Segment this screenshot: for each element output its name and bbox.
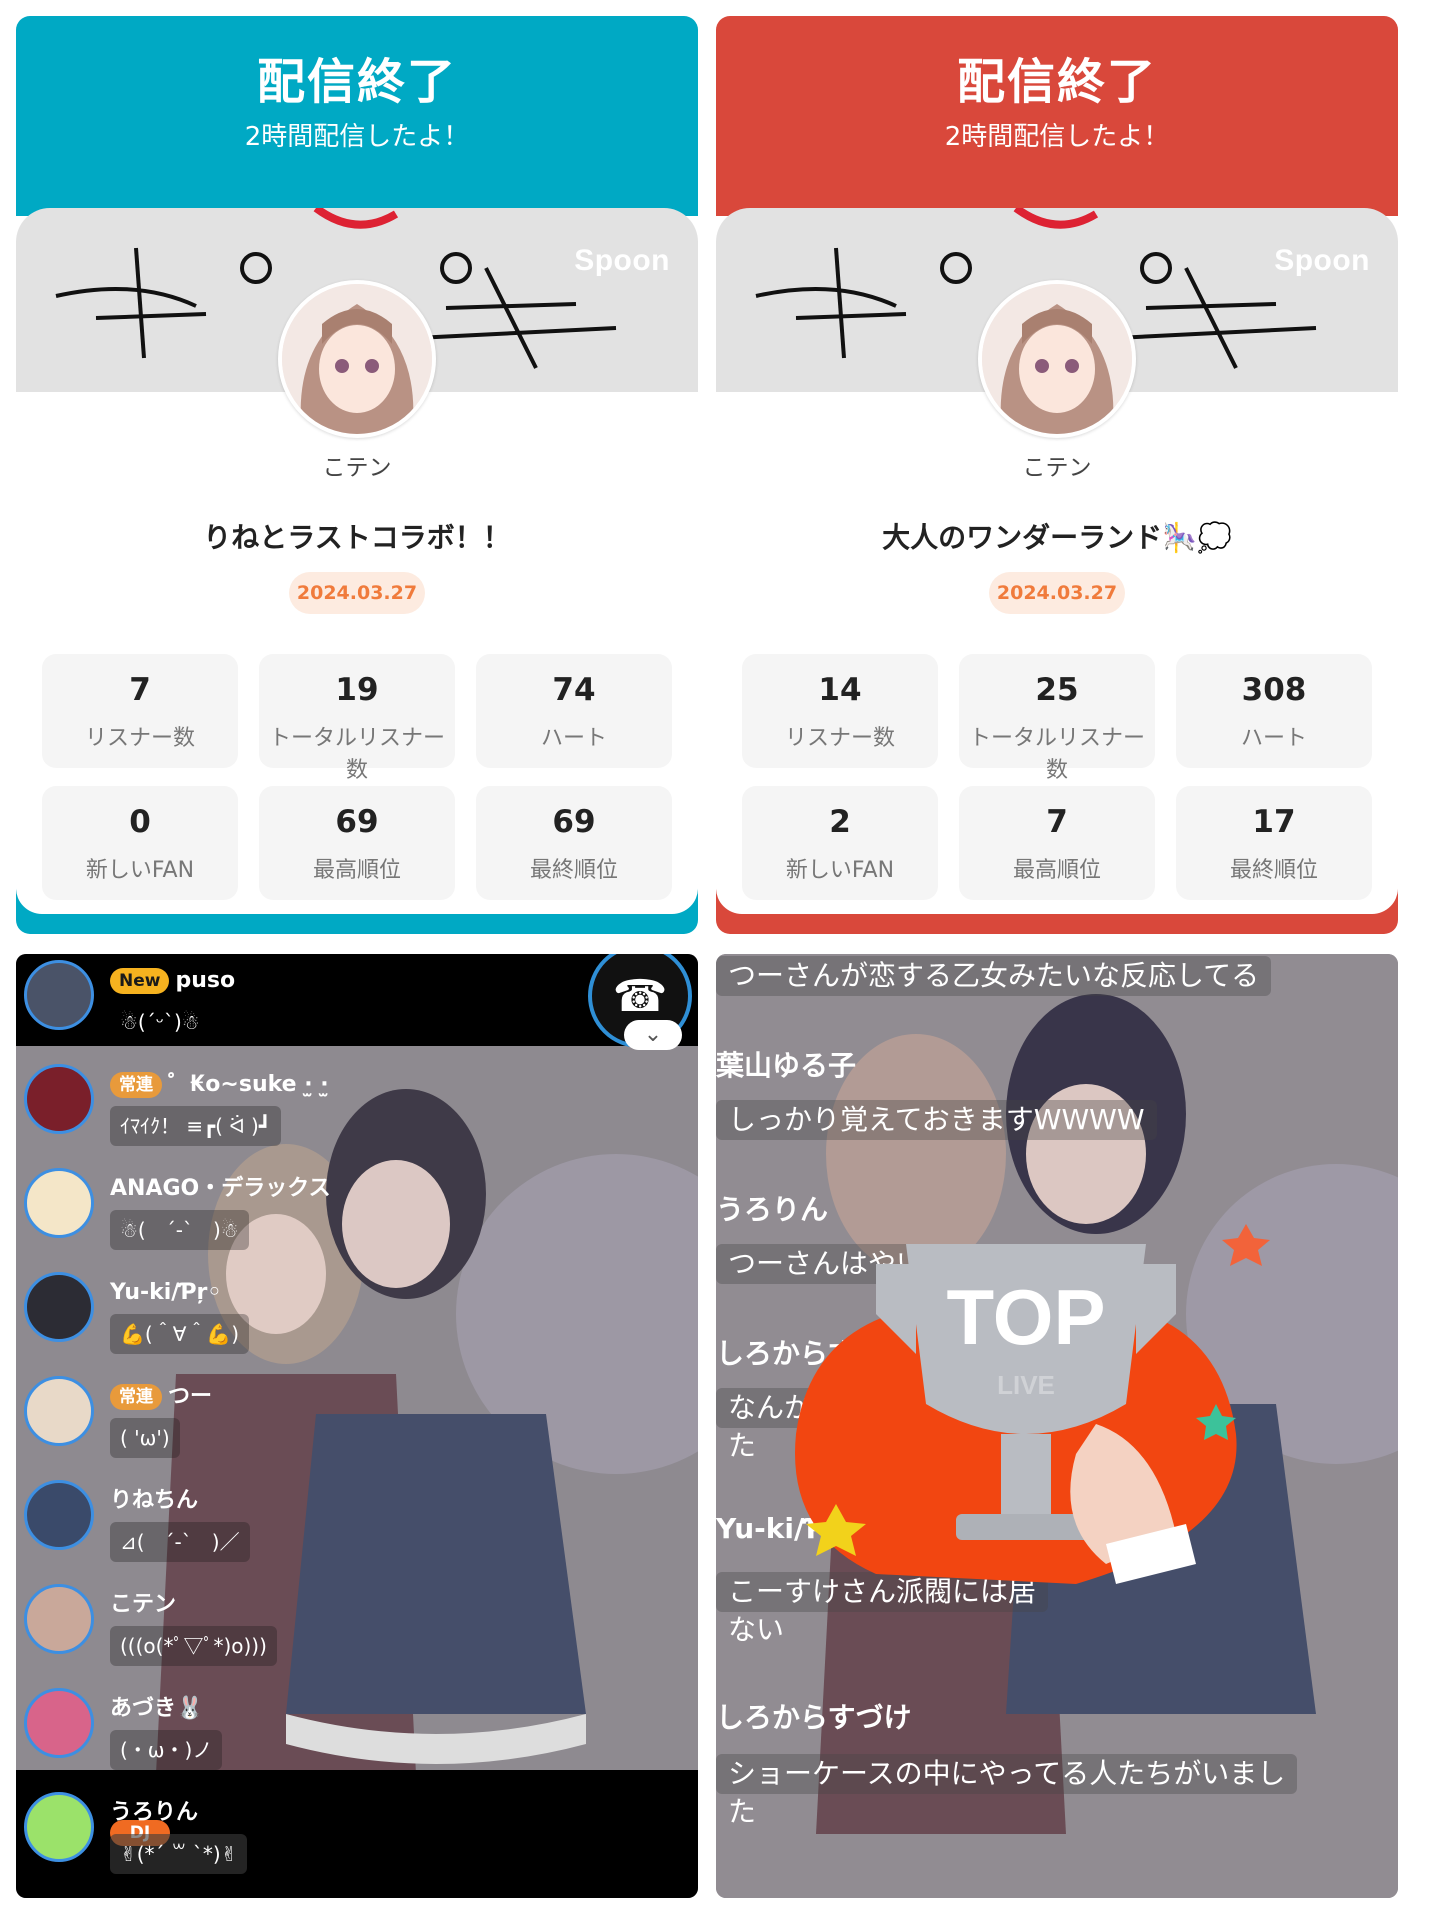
username[interactable]: ANAGO・デラックス xyxy=(110,1173,331,1205)
avatar[interactable] xyxy=(24,1584,94,1654)
chat-text: ショーケースの中にやってる人たちがいまし xyxy=(716,1754,1298,1794)
username[interactable]: つー xyxy=(168,1381,212,1413)
summary-card-1: 配信終了 2時間配信したよ！ Spoon こテン りねとラストコラボ！！ 202… xyxy=(16,16,698,934)
avatar[interactable] xyxy=(24,1168,94,1238)
summary-body: Spoon こテン りねとラストコラボ！！ 2024.03.27 7 リスナー数 … xyxy=(16,208,698,914)
username[interactable]: あづき🐰 xyxy=(110,1693,203,1725)
stat-highest-rank: 7 最高順位 xyxy=(959,786,1155,900)
message-text: ( 'ω') xyxy=(110,1418,180,1458)
spoon-logo: Spoon xyxy=(574,244,670,277)
avatar[interactable] xyxy=(24,1272,94,1342)
new-badge: New xyxy=(110,967,170,994)
chat-message: New puso ☃(ˊᵕˋ)☃ xyxy=(24,960,664,1056)
username[interactable]: りねちん xyxy=(110,1485,198,1517)
dj-avatar xyxy=(978,280,1136,438)
header-subtitle: 2時間配信したよ！ xyxy=(244,122,470,152)
stat-listeners: 7 リスナー数 xyxy=(42,654,238,768)
chat-text: しっかり覚えておきますWWWW xyxy=(716,1100,1157,1140)
avatar[interactable] xyxy=(24,1376,94,1446)
avatar[interactable] xyxy=(24,1064,94,1134)
chat-text: た xyxy=(728,1429,757,1462)
regular-badge: 常連 xyxy=(110,1071,162,1098)
dj-avatar xyxy=(278,280,436,438)
stat-total-listeners: 25 トータルリスナー数 xyxy=(959,654,1155,783)
message-text: ｲﾏｲｸ！ ≡┏( ᐛ )┛ xyxy=(110,1106,281,1146)
trophy-title: TOP xyxy=(947,1273,1106,1361)
chat-username[interactable]: 葉山ゆる子 xyxy=(716,1044,856,1084)
message-text: (・ω・)ノ xyxy=(110,1730,223,1770)
chat-message: ANAGO・デラックス ☃( ˊ-ˋ )☃ xyxy=(24,1168,664,1264)
broadcast-title: りねとラストコラボ！！ xyxy=(203,521,511,554)
stat-highest-rank: 69 最高順位 xyxy=(259,786,455,900)
live-chat-panel: つーさんが恋する乙女みたいな反応してる 葉山ゆる子 しっかり覚えておきますWWW… xyxy=(716,954,1398,1898)
stat-hearts: 308 ハート xyxy=(1176,654,1372,768)
avatar[interactable] xyxy=(24,1480,94,1550)
trophy-icon: TOP LIVE xyxy=(795,1224,1270,1584)
avatar[interactable] xyxy=(24,960,94,1030)
broadcast-date: 2024.03.27 xyxy=(289,572,425,614)
dj-name: こテン xyxy=(1022,455,1092,481)
header-title: 配信終了 xyxy=(956,54,1157,110)
message-text: ✌(*´ ꒳ `*)✌ xyxy=(110,1834,248,1874)
avatar[interactable] xyxy=(24,1792,94,1862)
header-title: 配信終了 xyxy=(256,54,457,110)
message-text: (((o(*ﾟ▽ﾟ*)o))) xyxy=(110,1626,277,1666)
stat-hearts: 74 ハート xyxy=(476,654,672,768)
dj-name: こテン xyxy=(322,455,392,481)
message-text: 💪(＾∀＾💪) xyxy=(110,1314,250,1354)
stat-final-rank: 69 最終順位 xyxy=(476,786,672,900)
chat-message: 常連 ゜₭o~suke ·̫ ·̫ ｲﾏｲｸ！ ≡┏( ᐛ )┛ xyxy=(24,1064,664,1160)
chat-message: うろりん ✌(*´ ꒳ `*)✌ xyxy=(24,1792,664,1888)
message-text: ⊿( ˊ-ˋ )／ xyxy=(110,1522,250,1562)
summary-body: Spoon こテン 大人のワンダーランド🎠💭 2024.03.27 14 リスナー… xyxy=(716,208,1398,914)
username[interactable]: うろりん xyxy=(110,1797,198,1829)
trophy-sub: LIVE xyxy=(997,1370,1055,1400)
username[interactable]: こテン xyxy=(110,1589,176,1621)
message-text: ☃(ˊᵕˋ)☃ xyxy=(120,1010,200,1034)
stat-new-fans: 2 新しいFAN xyxy=(742,786,938,900)
broadcast-title: 大人のワンダーランド🎠💭 xyxy=(882,521,1232,554)
stat-total-listeners: 19 トータルリスナー数 xyxy=(259,654,455,783)
broadcast-date: 2024.03.27 xyxy=(989,572,1125,614)
username[interactable]: ゜₭o~suke ·̫ ·̫ xyxy=(168,1069,329,1101)
listener-chat-panel: ☎ ⌄ New puso ☃(ˊᵕˋ)☃ 常連 ゜₭o~suke ·̫ ·̫ ｲﾏｲ… xyxy=(16,954,698,1898)
summary-header: 配信終了 2時間配信したよ！ xyxy=(16,16,698,216)
chat-username[interactable]: しろからすづけ xyxy=(716,1696,911,1736)
avatar[interactable] xyxy=(24,1688,94,1758)
chat-message: DJ こテン (((o(*ﾟ▽ﾟ*)o))) xyxy=(24,1584,664,1846)
stat-final-rank: 17 最終順位 xyxy=(1176,786,1372,900)
username[interactable]: Yu-ki/Ƥŗ◦ xyxy=(110,1277,221,1309)
regular-badge: 常連 xyxy=(110,1383,162,1410)
summary-header: 配信終了 2時間配信したよ！ xyxy=(716,16,1398,216)
stat-new-fans: 0 新しいFAN xyxy=(42,786,238,900)
stat-listeners: 14 リスナー数 xyxy=(742,654,938,768)
chat-text: つーさんが恋する乙女みたいな反応してる xyxy=(716,956,1272,996)
chat-message: あづき🐰 (・ω・)ノ xyxy=(24,1688,664,1784)
chat-message: りねちん ⊿( ˊ-ˋ )／ xyxy=(24,1480,664,1576)
username[interactable]: puso xyxy=(175,965,235,997)
message-text: ☃( ˊ-ˋ )☃ xyxy=(110,1210,249,1250)
header-subtitle: 2時間配信したよ！ xyxy=(944,122,1170,152)
chat-message: 常連 つー ( 'ω') xyxy=(24,1376,664,1472)
chat-message: Yu-ki/Ƥŗ◦ 💪(＾∀＾💪) xyxy=(24,1272,664,1368)
spoon-logo: Spoon xyxy=(1274,244,1370,277)
summary-card-2: 配信終了 2時間配信したよ！ Spoon こテン 大人のワンダーランド🎠💭 20… xyxy=(716,16,1398,934)
chat-text: た xyxy=(728,1795,757,1828)
